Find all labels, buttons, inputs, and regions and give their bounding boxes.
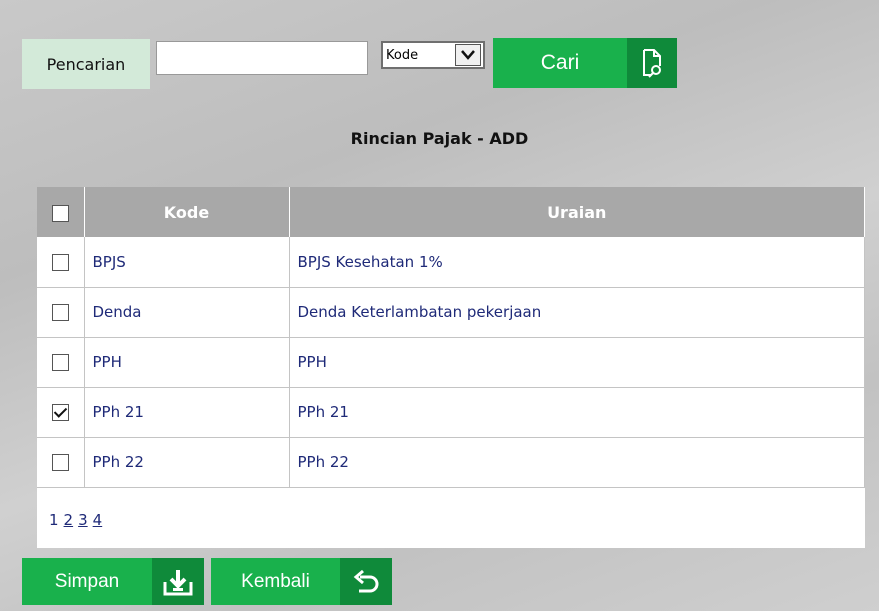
back-button-label: Kembali: [241, 570, 310, 592]
row-checkbox[interactable]: [51, 454, 69, 471]
current-page: 1: [49, 511, 59, 529]
cell-kode[interactable]: PPH: [84, 337, 290, 388]
row-checkbox-cell: [37, 387, 85, 438]
cell-kode[interactable]: Denda: [84, 287, 290, 338]
row-checkbox[interactable]: [51, 253, 69, 271]
page-title: Rincian Pajak - ADD: [350, 129, 529, 148]
row-checkbox[interactable]: [51, 304, 69, 321]
save-button-label: Simpan: [54, 570, 120, 592]
row-checkbox[interactable]: [51, 354, 69, 371]
save-button[interactable]: Simpan: [22, 558, 204, 605]
search-field-select[interactable]: Kode: [381, 41, 485, 69]
column-header-uraian[interactable]: Uraian: [289, 187, 865, 237]
document-search-icon: [627, 38, 677, 88]
chevron-down-icon[interactable]: [455, 44, 481, 66]
row-checkbox-checked[interactable]: [51, 404, 69, 421]
back-button[interactable]: Kembali: [211, 558, 392, 605]
row-checkbox-cell: [37, 437, 85, 488]
table-row[interactable]: BPJS BPJS Kesehatan 1%: [37, 237, 865, 288]
cell-kode[interactable]: PPh 22: [84, 437, 290, 488]
undo-arrow-icon: [340, 558, 392, 605]
search-button[interactable]: Cari: [493, 38, 677, 88]
page-link-2[interactable]: 2: [64, 511, 74, 529]
table-header-row: Kode Uraian: [37, 187, 865, 237]
select-all-cell: [37, 187, 85, 237]
download-tray-icon: [152, 558, 204, 605]
column-header-kode[interactable]: Kode: [84, 187, 290, 237]
page-link-3[interactable]: 3: [78, 511, 88, 529]
search-input[interactable]: [156, 41, 368, 75]
table-row[interactable]: Denda Denda Keterlambatan pekerjaan: [37, 287, 865, 338]
cell-uraian[interactable]: PPH: [289, 337, 865, 388]
search-label: Pencarian: [22, 39, 150, 89]
cell-uraian[interactable]: PPh 22: [289, 437, 865, 488]
table-row[interactable]: PPh 22 PPh 22: [37, 437, 865, 488]
row-checkbox-cell: [37, 337, 85, 388]
cell-kode[interactable]: PPh 21: [84, 387, 290, 438]
table-row[interactable]: PPH PPH: [37, 337, 865, 388]
cell-kode[interactable]: BPJS: [84, 237, 290, 288]
row-checkbox-cell: [37, 287, 85, 338]
search-field-select-value: Kode: [386, 47, 419, 63]
row-checkbox-cell: [37, 237, 85, 288]
cell-uraian[interactable]: Denda Keterlambatan pekerjaan: [289, 287, 865, 338]
page-link-4[interactable]: 4: [93, 511, 103, 529]
pagination: 1234: [49, 511, 107, 529]
cell-uraian[interactable]: PPh 21: [289, 387, 865, 438]
table-row[interactable]: PPh 21 PPh 21: [37, 387, 865, 438]
tax-table: Kode Uraian BPJS BPJS Kesehatan 1% Denda…: [37, 187, 865, 548]
search-button-label: Cari: [540, 51, 580, 74]
cell-uraian[interactable]: BPJS Kesehatan 1%: [289, 237, 865, 288]
select-all-checkbox[interactable]: [51, 204, 69, 222]
